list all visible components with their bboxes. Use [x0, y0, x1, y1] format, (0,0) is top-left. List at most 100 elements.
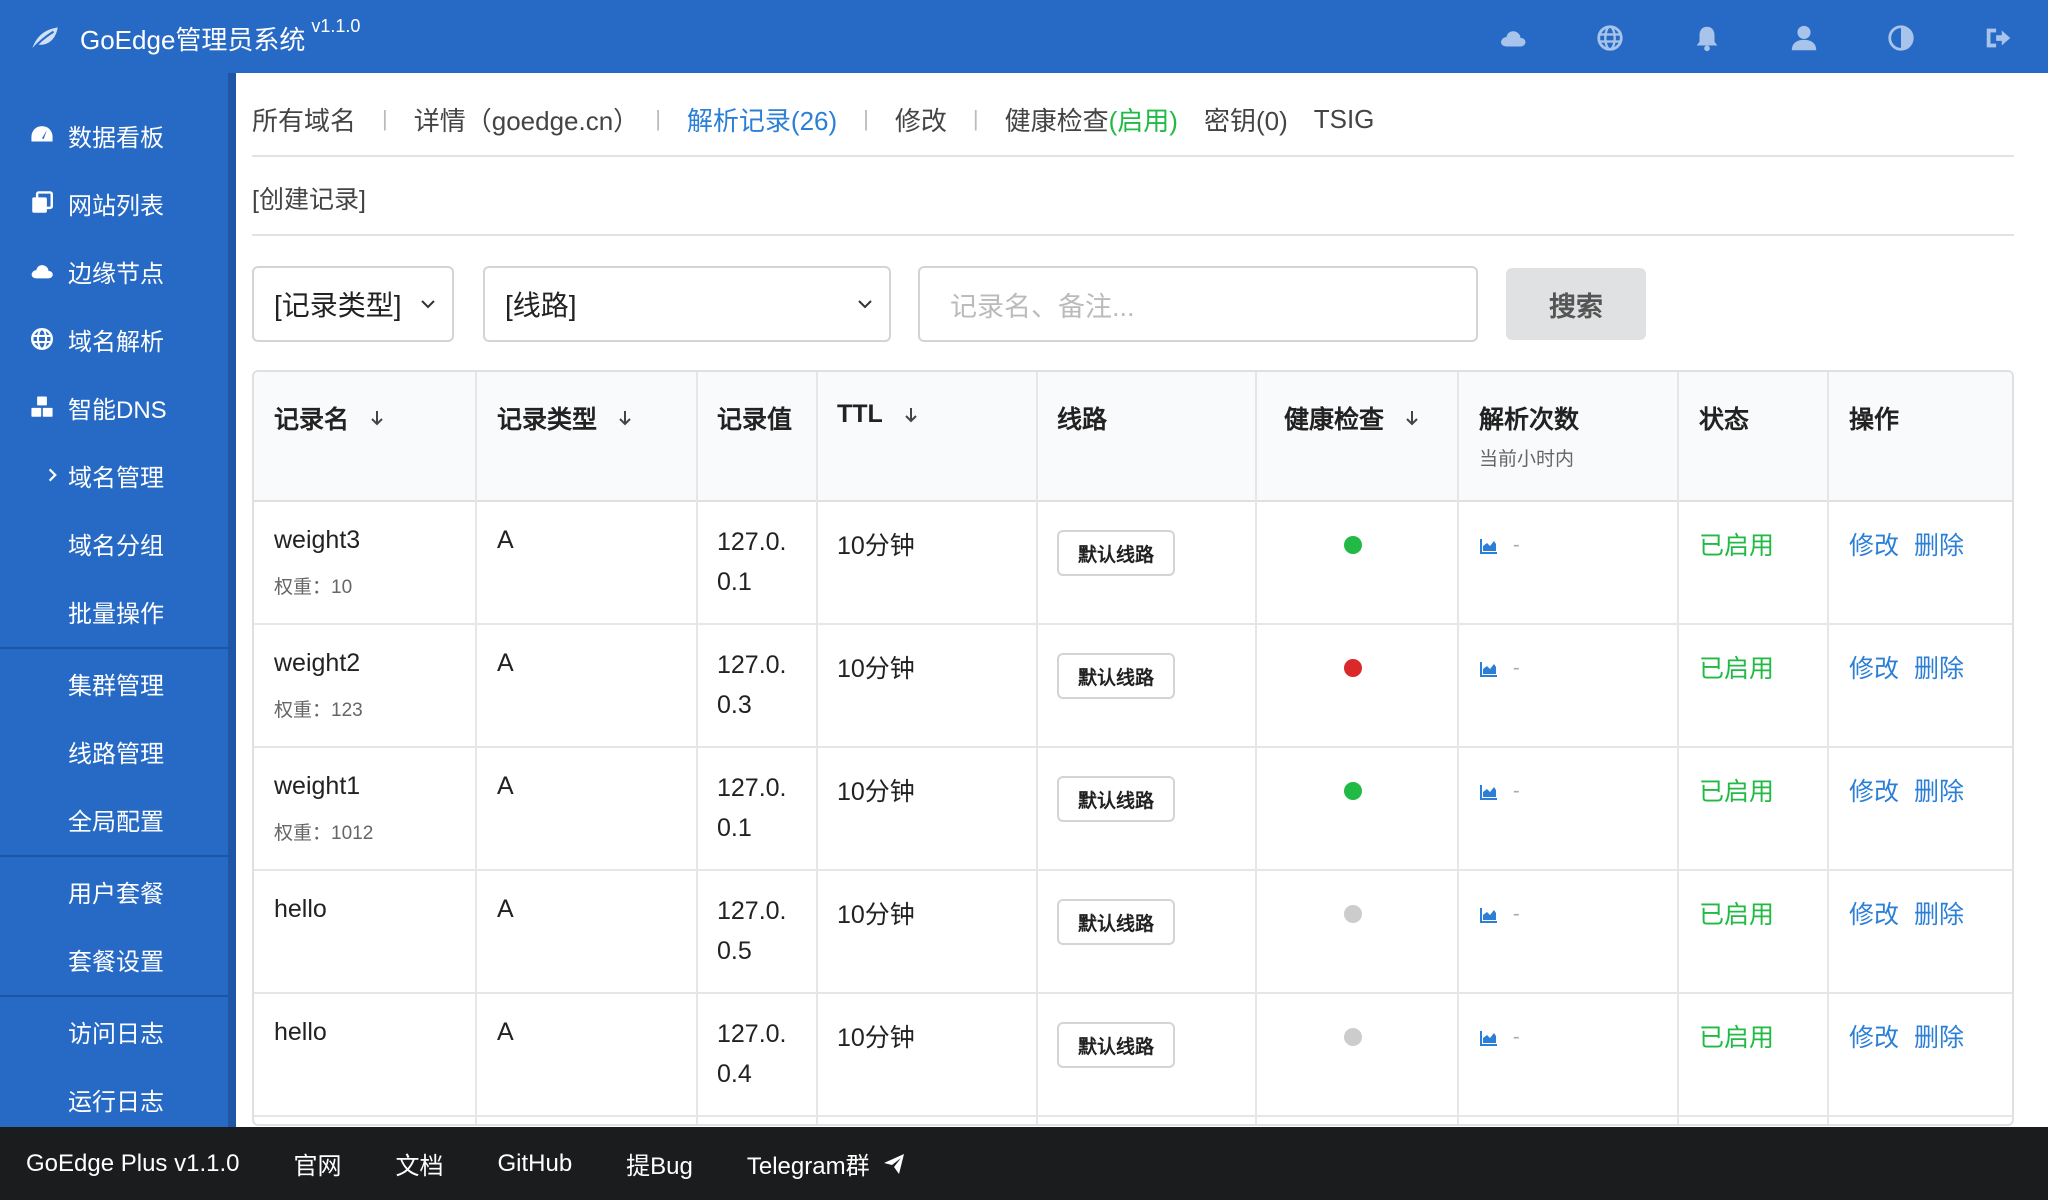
- footer-docs-link[interactable]: 文档: [395, 1146, 443, 1181]
- tab-separator: |: [382, 106, 388, 131]
- sidebar-item-run-logs[interactable]: 运行日志: [0, 1065, 228, 1133]
- route-label[interactable]: 默认线路: [1057, 1022, 1175, 1068]
- contrast-icon[interactable]: [1881, 18, 1921, 58]
- record-value: 127.0. 0.1: [717, 522, 787, 602]
- record-value-line1: 127.0.: [717, 774, 787, 802]
- record-type-select[interactable]: [记录类型]: [252, 266, 454, 342]
- delete-link[interactable]: 删除: [1914, 526, 1964, 562]
- record-ttl: 10分钟: [837, 1024, 915, 1052]
- query-stats[interactable]: -: [1479, 780, 1520, 803]
- record-type: A: [497, 649, 514, 677]
- header-health[interactable]: 健康检查: [1284, 400, 1422, 436]
- footer-telegram-link[interactable]: Telegram群: [747, 1146, 906, 1181]
- footer-github-link[interactable]: GitHub: [497, 1150, 572, 1178]
- record-value-line2: 0.3: [717, 691, 752, 719]
- query-stats[interactable]: -: [1479, 657, 1520, 680]
- tab-health-label: 健康检查: [1004, 105, 1109, 136]
- app-name: GoEdge管理员系统: [80, 24, 306, 55]
- tab-health-check[interactable]: 健康检查(启用): [1005, 101, 1178, 138]
- record-value-line1: 127.0.: [717, 1020, 787, 1048]
- area-chart-icon: [1480, 1030, 1497, 1046]
- tab-all-domains[interactable]: 所有域名: [252, 101, 356, 138]
- sidebar-scrollbar[interactable]: [228, 73, 236, 1127]
- search-input[interactable]: 记录名、备注...: [918, 266, 1478, 342]
- sidebar-item-smart-dns[interactable]: 智能DNS: [0, 373, 228, 441]
- leaf-icon: [31, 27, 58, 51]
- tab-keys[interactable]: 密钥(0): [1204, 101, 1288, 138]
- sort-down-icon: [371, 411, 383, 426]
- sidebar-item-label: 访问日志: [68, 1020, 164, 1048]
- edit-link[interactable]: 修改: [1849, 895, 1899, 931]
- sidebar-item-label: 域名管理: [68, 464, 164, 492]
- delete-link[interactable]: 删除: [1914, 772, 1964, 808]
- sidebar-item-sites[interactable]: 网站列表: [0, 169, 228, 237]
- globe-icon[interactable]: [1590, 18, 1630, 58]
- query-count: -: [1513, 534, 1520, 556]
- table-row: hello A 127.0. 0.5 10分钟 默认线路 - 已启用 修改 删除: [254, 871, 2012, 994]
- route-label[interactable]: 默认线路: [1057, 776, 1175, 822]
- route-label[interactable]: 默认线路: [1057, 653, 1175, 699]
- brand[interactable]: GoEdge管理员系统 v1.1.0: [28, 15, 361, 58]
- tab-records[interactable]: 解析记录(26): [687, 101, 837, 138]
- sidebar-item-batch[interactable]: 批量操作: [0, 577, 228, 645]
- tab-detail[interactable]: 详情（goedge.cn）: [414, 101, 639, 138]
- header-name[interactable]: 记录名: [274, 400, 387, 436]
- sidebar-item-edge-nodes[interactable]: 边缘节点: [0, 237, 228, 305]
- query-stats[interactable]: -: [1479, 534, 1520, 557]
- query-stats[interactable]: -: [1479, 903, 1520, 926]
- sidebar-item-domain-manage[interactable]: 域名管理: [0, 441, 228, 509]
- record-value-line2: 0.4: [717, 1060, 752, 1088]
- sidebar-item-access-logs[interactable]: 访问日志: [0, 997, 228, 1065]
- delete-link[interactable]: 删除: [1914, 895, 1964, 931]
- query-stats[interactable]: -: [1479, 1026, 1520, 1049]
- route-select[interactable]: [线路]: [483, 266, 891, 342]
- edit-link[interactable]: 修改: [1849, 772, 1899, 808]
- footer-bug-link[interactable]: 提Bug: [626, 1146, 693, 1181]
- edit-link[interactable]: 修改: [1849, 526, 1899, 562]
- logout-icon[interactable]: [1978, 18, 2018, 58]
- record-name: weight2: [274, 649, 361, 677]
- edit-link[interactable]: 修改: [1849, 1018, 1899, 1054]
- header-status: 状态: [1699, 406, 1750, 434]
- sidebar-item-label: 批量操作: [68, 600, 164, 628]
- sidebar-item-routes[interactable]: 线路管理: [0, 717, 228, 785]
- sidebar-item-plan-settings[interactable]: 套餐设置: [0, 925, 228, 993]
- copy-icon: [28, 189, 56, 217]
- sidebar-item-clusters[interactable]: 集群管理: [0, 649, 228, 717]
- search-button[interactable]: 搜索: [1506, 268, 1646, 340]
- record-type: A: [497, 526, 514, 554]
- record-type-value: [记录类型]: [274, 290, 402, 321]
- header-type[interactable]: 记录类型: [497, 400, 635, 436]
- create-record-link[interactable]: [创建记录]: [252, 180, 366, 216]
- tab-bar: 所有域名 | 详情（goedge.cn） | 解析记录(26) | 修改 | 健…: [252, 94, 1374, 144]
- area-chart-icon: [1480, 538, 1497, 554]
- route-label[interactable]: 默认线路: [1057, 530, 1175, 576]
- header-count: 解析次数: [1479, 406, 1580, 434]
- delete-link[interactable]: 删除: [1914, 1018, 1964, 1054]
- cloud-icon[interactable]: [1493, 18, 1533, 58]
- chevron-down-icon: [858, 300, 872, 309]
- footer-product[interactable]: GoEdge Plus v1.1.0: [26, 1150, 239, 1178]
- record-ttl: 10分钟: [837, 655, 915, 683]
- record-value-line2: 0.1: [717, 814, 752, 842]
- query-count: -: [1513, 1026, 1520, 1048]
- app-version: v1.1.0: [311, 15, 361, 36]
- sidebar-item-domain-groups[interactable]: 域名分组: [0, 509, 228, 577]
- sidebar-item-label: 用户套餐: [68, 880, 164, 908]
- sidebar-item-dashboard[interactable]: 数据看板: [0, 101, 228, 169]
- user-icon[interactable]: [1784, 18, 1824, 58]
- sidebar-item-dns[interactable]: 域名解析: [0, 305, 228, 373]
- sidebar-item-user-plans[interactable]: 用户套餐: [0, 857, 228, 925]
- record-value-line2: 0.5: [717, 937, 752, 965]
- sidebar-item-global-config[interactable]: 全局配置: [0, 785, 228, 853]
- tab-edit[interactable]: 修改: [895, 101, 947, 138]
- tab-tsig[interactable]: TSIG: [1314, 104, 1375, 135]
- bell-icon[interactable]: [1687, 18, 1727, 58]
- sort-down-icon: [619, 411, 631, 426]
- record-ttl: 10分钟: [837, 901, 915, 929]
- route-label[interactable]: 默认线路: [1057, 899, 1175, 945]
- delete-link[interactable]: 删除: [1914, 649, 1964, 685]
- edit-link[interactable]: 修改: [1849, 649, 1899, 685]
- footer-site-link[interactable]: 官网: [293, 1146, 341, 1181]
- header-ttl[interactable]: TTL: [837, 400, 921, 429]
